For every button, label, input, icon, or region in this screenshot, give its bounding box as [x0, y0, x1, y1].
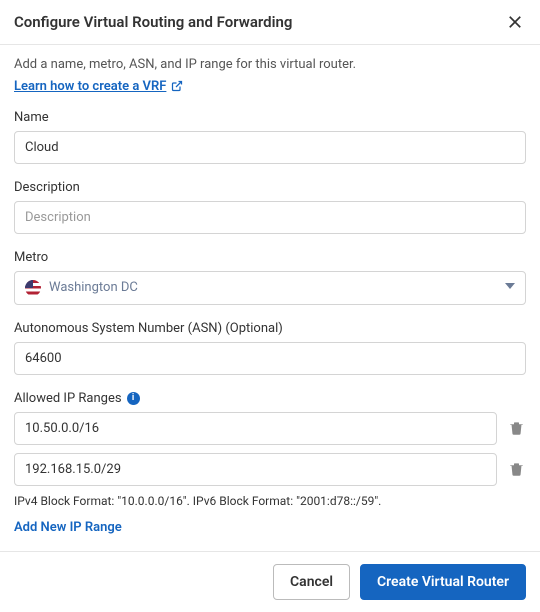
cancel-button[interactable]: Cancel	[273, 564, 350, 600]
create-virtual-router-button[interactable]: Create Virtual Router	[360, 564, 526, 600]
dialog-title: Configure Virtual Routing and Forwarding	[14, 13, 292, 31]
ip-ranges-field: Allowed IP Ranges i IPv4 Block Format: "…	[14, 391, 526, 535]
ip-range-input[interactable]	[14, 412, 497, 445]
description-field: Description	[14, 180, 526, 234]
asn-input[interactable]	[14, 342, 526, 375]
metro-select[interactable]: Washington DC	[14, 271, 526, 305]
name-label: Name	[14, 110, 526, 125]
ip-range-row	[14, 453, 526, 486]
description-label: Description	[14, 180, 526, 195]
delete-ip-range-button[interactable]	[507, 418, 526, 438]
learn-vrf-link-text: Learn how to create a VRF	[14, 79, 166, 94]
chevron-down-icon	[505, 280, 515, 295]
ip-ranges-label: Allowed IP Ranges	[14, 391, 122, 406]
name-input[interactable]	[14, 131, 526, 164]
dialog-footer: Cancel Create Virtual Router	[0, 551, 540, 612]
external-link-icon	[171, 80, 183, 92]
dialog-header: Configure Virtual Routing and Forwarding	[0, 0, 540, 45]
intro-text: Add a name, metro, ASN, and IP range for…	[14, 55, 526, 75]
delete-ip-range-button[interactable]	[507, 459, 526, 479]
ip-range-input[interactable]	[14, 453, 497, 486]
learn-vrf-link[interactable]: Learn how to create a VRF	[14, 79, 183, 94]
asn-field: Autonomous System Number (ASN) (Optional…	[14, 321, 526, 375]
close-button[interactable]	[504, 11, 526, 33]
us-flag-icon	[25, 280, 41, 296]
description-input[interactable]	[14, 201, 526, 234]
close-icon	[506, 13, 524, 31]
name-field: Name	[14, 110, 526, 164]
asn-label: Autonomous System Number (ASN) (Optional…	[14, 321, 526, 336]
ip-range-row	[14, 412, 526, 445]
metro-field: Metro Washington DC	[14, 250, 526, 305]
ip-format-hint: IPv4 Block Format: "10.0.0.0/16". IPv6 B…	[14, 494, 526, 508]
trash-icon	[509, 461, 524, 477]
info-icon[interactable]: i	[127, 392, 140, 405]
metro-selected-value: Washington DC	[49, 280, 138, 295]
trash-icon	[509, 420, 524, 436]
metro-label: Metro	[14, 250, 526, 265]
add-ip-range-link[interactable]: Add New IP Range	[14, 520, 122, 535]
dialog-body: Add a name, metro, ASN, and IP range for…	[0, 45, 540, 551]
